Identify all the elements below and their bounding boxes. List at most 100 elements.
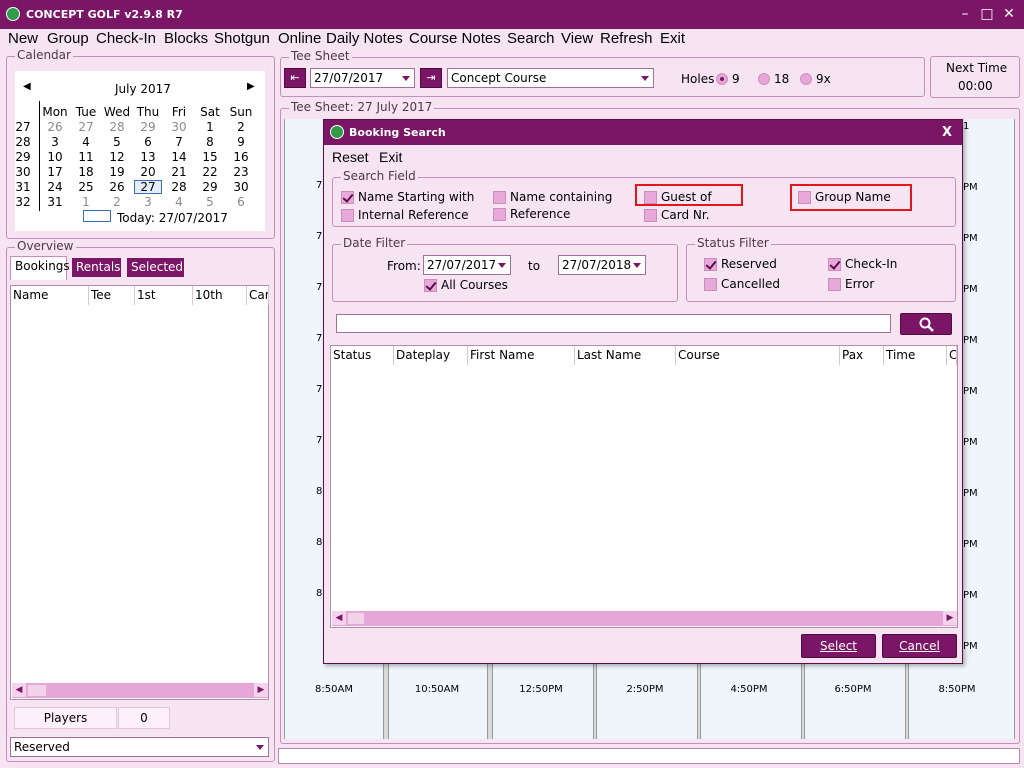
calendar-day[interactable]: 22 [196,165,224,179]
holes-9-label[interactable]: 9 [732,72,740,86]
col-header[interactable]: 1st [135,286,193,305]
search-button[interactable] [900,313,952,335]
error-label[interactable]: Error [845,277,874,291]
calendar-day[interactable]: 12 [103,150,131,164]
holes-9x-radio[interactable] [800,73,812,85]
calendar-day[interactable]: 31 [41,195,69,209]
calendar-day[interactable]: 1 [72,195,100,209]
date-from-picker[interactable]: 27/07/2017 [423,255,511,275]
check-in-checkbox[interactable] [828,258,841,271]
name-starting-label[interactable]: Name Starting with [358,190,474,204]
col-header[interactable]: Course [676,346,840,365]
reference-checkbox[interactable] [493,208,506,221]
minimize-button[interactable]: – [955,5,975,23]
menu-shotgun[interactable]: Shotgun [214,30,270,47]
next-day-button[interactable]: ⇥ [420,68,442,88]
close-button[interactable]: ✕ [999,5,1019,23]
calendar-day[interactable]: 2 [103,195,131,209]
calendar-day[interactable]: 3 [41,135,69,149]
prev-day-button[interactable]: ⇤ [284,68,306,88]
calendar-day[interactable]: 27 [134,180,162,194]
col-header[interactable]: Tee [89,286,135,305]
menu-new[interactable]: New [8,30,38,47]
name-starting-checkbox[interactable] [341,191,354,204]
check-in-label[interactable]: Check-In [845,257,897,271]
col-header[interactable]: Dateplay [394,346,468,365]
col-header[interactable]: First Name [468,346,575,365]
cancelled-label[interactable]: Cancelled [721,277,780,291]
course-select[interactable]: Concept Course [447,68,654,88]
reference-label[interactable]: Reference [510,207,570,221]
col-header[interactable]: Car [247,286,269,305]
calendar-day[interactable]: 24 [41,180,69,194]
tab-selected[interactable]: Selected [127,258,184,277]
card-nr-checkbox[interactable] [644,209,657,222]
internal-reference-label[interactable]: Internal Reference [358,208,469,222]
name-containing-label[interactable]: Name containing [510,190,612,204]
menu-check-in[interactable]: Check-In [96,30,156,47]
calendar-day[interactable]: 29 [196,180,224,194]
calendar-day[interactable]: 29 [134,120,162,134]
calendar-day[interactable]: 26 [103,180,131,194]
calendar-day[interactable]: 16 [227,150,255,164]
cancel-button[interactable]: Cancel [882,634,957,658]
calendar-day[interactable]: 5 [103,135,131,149]
calendar-day[interactable]: 28 [103,120,131,134]
next-month-icon[interactable]: ▶ [247,81,255,92]
calendar-day[interactable]: 6 [227,195,255,209]
calendar-day[interactable]: 14 [165,150,193,164]
calendar-day[interactable]: 6 [134,135,162,149]
calendar-day[interactable]: 15 [196,150,224,164]
tab-bookings[interactable]: Bookings [10,256,70,280]
col-header[interactable]: Status [331,346,394,365]
menu-daily-notes[interactable]: Daily Notes [326,30,403,47]
horizontal-scrollbar[interactable]: ◀ ▶ [12,683,268,698]
calendar-day[interactable]: 11 [72,150,100,164]
today-label[interactable]: Today: 27/07/2017 [117,211,228,225]
select-button[interactable]: Select [801,634,876,658]
menu-view[interactable]: View [561,30,593,47]
calendar-day[interactable]: 7 [165,135,193,149]
search-input[interactable] [336,314,891,333]
scroll-thumb[interactable] [348,613,364,624]
calendar-day[interactable]: 26 [41,120,69,134]
scroll-right-icon[interactable]: ▶ [254,683,268,697]
col-header[interactable]: Time [884,346,947,365]
error-checkbox[interactable] [828,278,841,291]
calendar-day[interactable]: 8 [196,135,224,149]
card-nr-label[interactable]: Card Nr. [661,208,710,222]
all-courses-checkbox[interactable] [424,279,437,292]
calendar-day[interactable]: 18 [72,165,100,179]
menu-refresh[interactable]: Refresh [600,30,653,47]
calendar-day[interactable]: 28 [165,180,193,194]
cancelled-checkbox[interactable] [704,278,717,291]
calendar-day[interactable]: 9 [227,135,255,149]
dialog-menu-reset[interactable]: Reset [332,149,369,165]
menu-online[interactable]: Online [278,30,321,47]
dialog-close-button[interactable]: X [942,125,952,140]
calendar-day[interactable]: 27 [72,120,100,134]
col-header[interactable]: Last Name [575,346,676,365]
teesheet-date-picker[interactable]: 27/07/2017 [310,68,415,88]
calendar-day[interactable]: 17 [41,165,69,179]
holes-18-radio[interactable] [758,73,770,85]
col-header[interactable]: 10th [193,286,247,305]
calendar-day[interactable]: 2 [227,120,255,134]
results-horizontal-scrollbar[interactable]: ◀ ▶ [332,611,957,626]
calendar-day[interactable]: 19 [103,165,131,179]
calendar-day[interactable]: 1 [196,120,224,134]
scroll-left-icon[interactable]: ◀ [332,611,346,625]
maximize-button[interactable]: □ [977,5,997,23]
internal-reference-checkbox[interactable] [341,209,354,222]
calendar-day[interactable]: 4 [72,135,100,149]
calendar-day[interactable]: 4 [165,195,193,209]
date-to-picker[interactable]: 27/07/2018 [558,255,646,275]
dialog-menu-exit[interactable]: Exit [379,149,402,165]
menu-course-notes[interactable]: Course Notes [409,30,501,47]
col-header[interactable]: Pax [840,346,884,365]
calendar-day[interactable]: 20 [134,165,162,179]
prev-month-icon[interactable]: ◀ [23,81,31,92]
all-courses-label[interactable]: All Courses [441,278,508,292]
calendar-day[interactable]: 23 [227,165,255,179]
col-header[interactable]: C [947,346,957,365]
